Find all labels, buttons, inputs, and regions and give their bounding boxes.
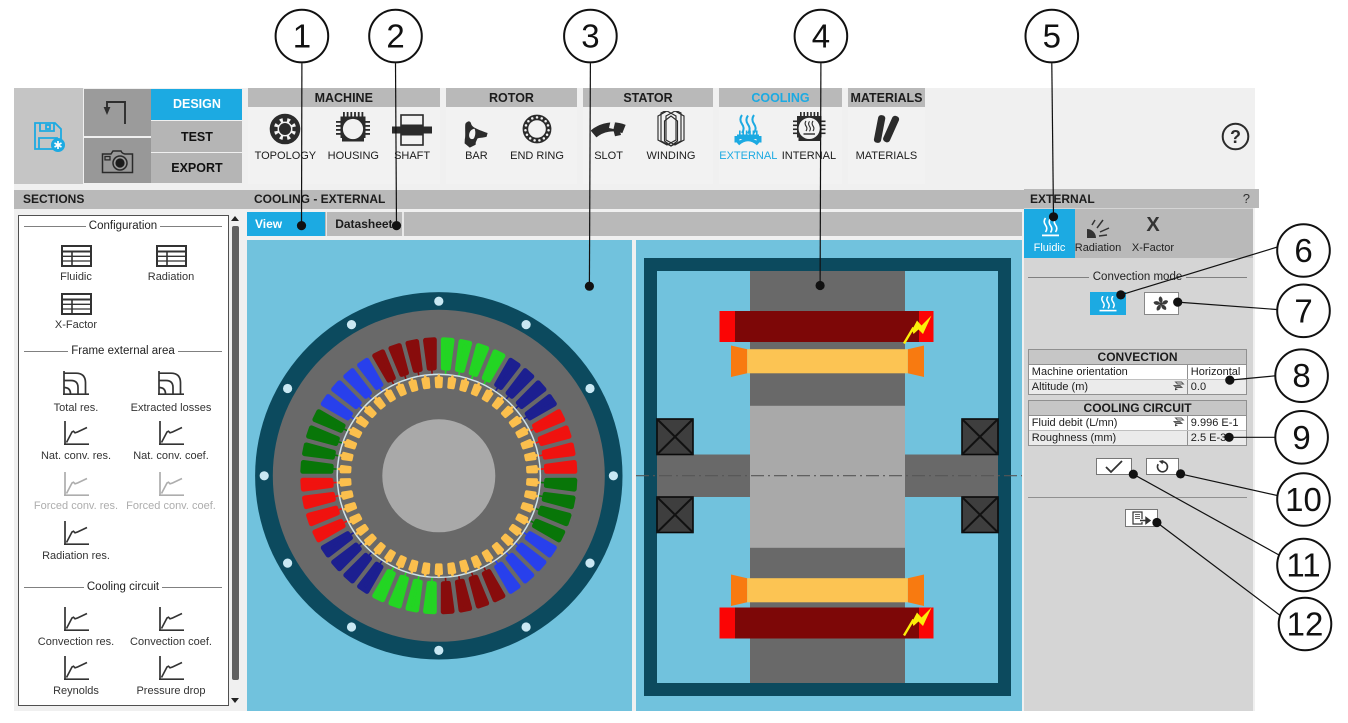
svg-text:1: 1 bbox=[293, 18, 311, 55]
svg-text:12: 12 bbox=[1287, 606, 1324, 643]
svg-text:11: 11 bbox=[1286, 547, 1320, 584]
svg-text:?: ? bbox=[1230, 127, 1241, 147]
svg-text:9: 9 bbox=[1292, 419, 1310, 456]
svg-text:10: 10 bbox=[1285, 481, 1322, 518]
svg-text:5: 5 bbox=[1043, 18, 1061, 55]
svg-text:7: 7 bbox=[1294, 292, 1312, 329]
svg-text:3: 3 bbox=[581, 18, 599, 55]
svg-text:2: 2 bbox=[386, 18, 404, 55]
svg-text:4: 4 bbox=[812, 18, 830, 55]
svg-text:6: 6 bbox=[1294, 232, 1312, 269]
svg-text:8: 8 bbox=[1292, 357, 1310, 394]
